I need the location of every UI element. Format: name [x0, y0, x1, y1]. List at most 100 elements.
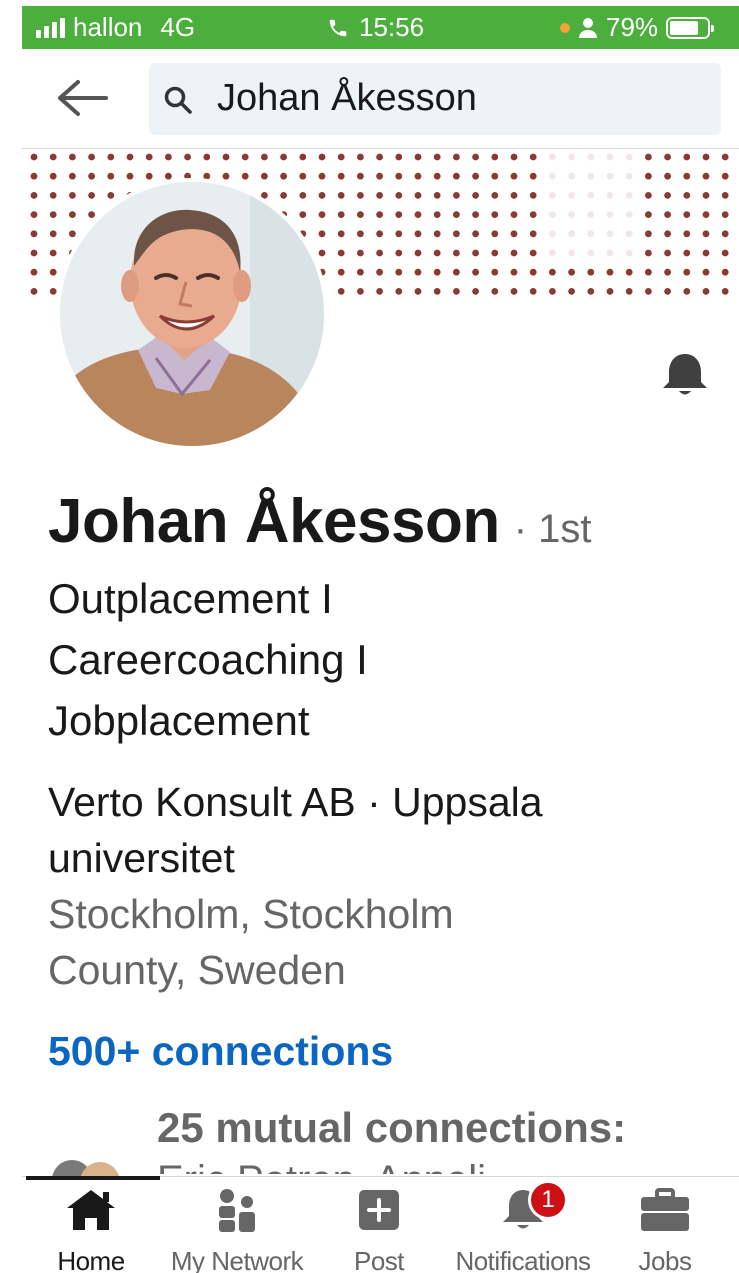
banner-dot	[549, 153, 556, 161]
banner-dot	[568, 249, 575, 257]
banner-dot	[587, 192, 595, 199]
signal-strength-icon	[36, 17, 65, 38]
carrier-label: hallon	[73, 12, 143, 42]
banner-dot	[491, 153, 499, 161]
banner-dot	[721, 192, 729, 199]
banner-dot	[510, 249, 518, 257]
nav-label-notifications: Notifications	[455, 1246, 591, 1273]
banner-dot	[606, 249, 614, 257]
banner-dot	[568, 172, 575, 180]
banner-dot	[414, 211, 422, 218]
banner-dot	[395, 211, 403, 218]
banner-dot	[395, 192, 403, 199]
banner-dot	[491, 192, 499, 199]
banner-dot	[472, 211, 479, 218]
banner-dot	[664, 153, 671, 161]
mutual-connections[interactable]: 25 mutual connections:	[157, 1104, 626, 1152]
banner-dot	[126, 172, 134, 180]
back-arrow-icon[interactable]	[56, 78, 108, 118]
banner-dot	[645, 230, 652, 238]
banner-dot	[683, 153, 691, 161]
banner-dot	[491, 249, 499, 257]
banner-dot	[222, 153, 230, 161]
banner-dot	[472, 192, 479, 199]
profile-photo	[60, 182, 324, 446]
banner-dot	[414, 249, 422, 257]
banner-dot	[529, 153, 537, 161]
banner-dot	[549, 211, 556, 218]
banner-dot	[318, 172, 326, 180]
banner-dot	[433, 172, 441, 180]
banner-dot	[721, 249, 729, 257]
banner-dot	[107, 172, 115, 180]
battery-icon	[666, 16, 715, 39]
search-input[interactable]: Johan Åkesson	[149, 63, 721, 135]
banner-dot	[529, 249, 537, 257]
banner-dot	[606, 153, 614, 161]
mutual-connection-names[interactable]: Eric Petren, Anneli	[157, 1158, 486, 1174]
company-line: Verto Konsult AB · Uppsala	[48, 779, 543, 825]
banner-dot	[49, 230, 57, 238]
banner-dot	[721, 288, 729, 295]
banner-dot	[664, 192, 671, 199]
banner-dot	[299, 211, 307, 218]
banner-dot	[30, 288, 38, 295]
banner-dot	[30, 230, 38, 238]
banner-dot	[357, 249, 364, 257]
banner-dot	[357, 230, 364, 238]
banner-dot	[337, 211, 345, 218]
banner-dot	[376, 249, 383, 257]
banner-dot	[702, 211, 710, 218]
nav-my-network[interactable]: My Network	[162, 1188, 312, 1273]
banner-dot	[376, 153, 383, 161]
nav-post[interactable]: Post	[304, 1188, 454, 1273]
banner-dot	[318, 211, 326, 218]
banner-dot	[414, 153, 422, 161]
banner-dot	[568, 268, 575, 276]
profile-company[interactable]: Verto Konsult AB · Uppsala universitet	[48, 774, 688, 886]
connections-link[interactable]: 500+ connections	[48, 1028, 393, 1075]
nav-home[interactable]: Home	[16, 1188, 166, 1273]
battery-fill	[670, 20, 699, 35]
banner-dot	[453, 172, 460, 180]
banner-dot	[337, 288, 345, 295]
profile-avatar[interactable]	[56, 178, 328, 450]
banner-dot	[453, 153, 460, 161]
banner-dot	[472, 230, 479, 238]
banner-dot	[222, 172, 230, 180]
banner-dot	[645, 249, 652, 257]
connection-degree: · 1st	[513, 507, 592, 551]
banner-dot	[30, 172, 38, 180]
banner-dot	[664, 172, 671, 180]
banner-dot	[491, 172, 499, 180]
banner-dot	[587, 211, 595, 218]
banner-dot	[606, 172, 614, 180]
status-right: 79%	[560, 6, 715, 49]
banner-dot	[299, 192, 307, 199]
banner-dot	[721, 172, 729, 180]
banner-dot	[587, 288, 595, 295]
banner-dot	[376, 211, 383, 218]
banner-dot	[49, 172, 57, 180]
banner-dot	[49, 211, 57, 218]
banner-dot	[625, 192, 633, 199]
banner-dot	[529, 211, 537, 218]
banner-dot	[433, 288, 441, 295]
banner-dot	[299, 172, 307, 180]
location-line: County, Sweden	[48, 947, 346, 993]
banner-dot	[721, 268, 729, 276]
banner-dot	[299, 153, 307, 161]
banner-dot	[395, 153, 403, 161]
banner-dot	[645, 192, 652, 199]
bell-icon[interactable]	[660, 352, 710, 398]
banner-dot	[184, 153, 192, 161]
banner-dot	[664, 211, 671, 218]
banner-dot	[433, 249, 441, 257]
nav-notifications[interactable]: 1 Notifications	[448, 1180, 598, 1273]
banner-dot	[318, 192, 326, 199]
banner-dot	[702, 230, 710, 238]
banner-dot	[49, 249, 57, 257]
banner-dot	[721, 211, 729, 218]
banner-dot	[606, 288, 614, 295]
nav-jobs[interactable]: Jobs	[590, 1188, 739, 1273]
